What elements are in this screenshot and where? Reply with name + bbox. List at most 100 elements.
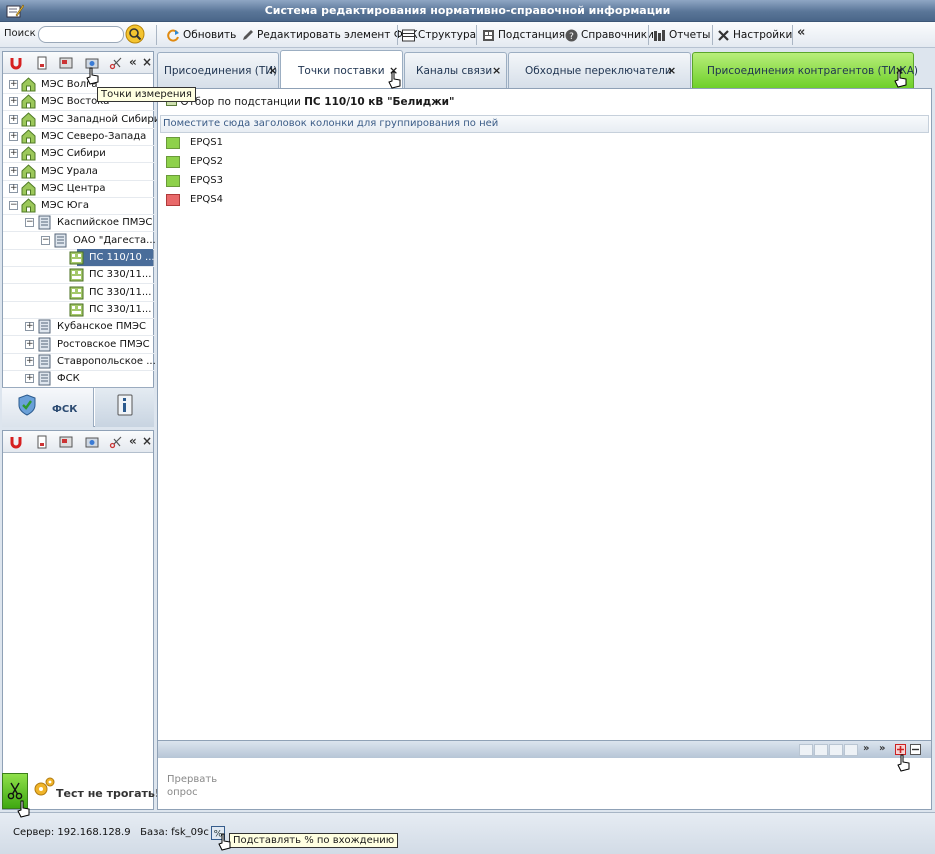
tree-item[interactable]: ПС 110/10 ... xyxy=(69,249,155,266)
tab-fsk[interactable]: ФСК xyxy=(2,388,94,427)
tab-close-button[interactable]: × xyxy=(667,64,676,77)
app-title: Система редактирования нормативно-справо… xyxy=(264,4,671,17)
expand-toggle[interactable]: + xyxy=(9,183,18,193)
tree-item[interactable]: + МЭС Северо-Запада xyxy=(3,128,153,145)
tree-toolbar: « × xyxy=(3,52,153,74)
refresh-button[interactable]: Обновить xyxy=(167,26,236,44)
status-indicator xyxy=(166,194,180,206)
tree-item-label: ОАО "Дагеста... xyxy=(73,234,156,246)
expand-toggle[interactable]: − xyxy=(41,235,50,245)
counter-icon[interactable] xyxy=(59,435,73,449)
substation-button[interactable]: Подстанция xyxy=(482,26,565,44)
tab-close-button[interactable]: × xyxy=(492,64,501,77)
expand-toggle[interactable]: − xyxy=(9,201,18,211)
tree-item[interactable]: − Каспийское ПМЭС xyxy=(3,214,153,231)
app-logo-icon xyxy=(6,4,24,18)
tree-item[interactable]: − МЭС Юга xyxy=(3,197,153,214)
scissors-icon[interactable] xyxy=(109,435,123,449)
next-page-button[interactable]: » xyxy=(863,743,869,754)
structure-button[interactable]: Структура xyxy=(402,26,476,44)
settings-label: Настройки xyxy=(733,29,793,41)
tab-supply-points[interactable]: Точки поставки × xyxy=(280,50,403,88)
page-box[interactable] xyxy=(829,744,843,756)
magnet-icon[interactable] xyxy=(9,56,23,70)
hand-cursor-icon xyxy=(218,833,231,851)
abort-poll-button[interactable]: Прервать опрос xyxy=(167,773,227,799)
search-input[interactable] xyxy=(38,26,124,43)
edit-fsk-button[interactable]: Редактировать элемент ФСК xyxy=(241,26,418,44)
tree-item[interactable]: − ОАО "Дагеста... xyxy=(3,232,156,249)
expand-toggle[interactable]: + xyxy=(9,80,18,89)
tab-bypass-switches[interactable]: Обходные переключатели × xyxy=(508,52,691,88)
tree-item[interactable]: + МЭС Центра xyxy=(3,180,153,197)
tree-item-label: Ростовское ПМЭС xyxy=(57,338,150,350)
tooltip-percent-match: Подставлять % по вхождению xyxy=(229,833,399,848)
tree-collapse-button[interactable]: « xyxy=(129,55,137,69)
tab-contractor-connections[interactable]: Присоединения контрагентов (ТИ КА) × xyxy=(692,52,918,88)
references-label: Справочники xyxy=(581,29,654,41)
references-button[interactable]: ? Справочники xyxy=(565,26,654,44)
toolbar-collapse-button[interactable]: « xyxy=(797,25,805,40)
tree-item-label: МЭС Западной Сибири xyxy=(41,113,161,125)
bottom-panel-collapse-button[interactable]: « xyxy=(129,434,137,448)
status-indicator xyxy=(166,156,180,168)
expand-toggle[interactable]: + xyxy=(25,374,34,384)
reports-button[interactable]: Отчеты xyxy=(653,26,710,44)
tree-item[interactable]: ПС 330/11... xyxy=(3,266,153,283)
expand-toggle[interactable]: + xyxy=(25,339,34,349)
page-box[interactable] xyxy=(814,744,828,756)
refresh-icon xyxy=(167,29,179,41)
expand-toggle[interactable]: + xyxy=(25,322,34,332)
tree-item-label: ПС 330/11... xyxy=(89,303,152,315)
row-name: EPQS2 xyxy=(190,156,223,167)
bottom-panel-close-button[interactable]: × xyxy=(142,434,152,448)
expand-toggle[interactable]: + xyxy=(9,97,18,107)
tab-close-button[interactable]: × xyxy=(268,64,277,77)
page-box[interactable] xyxy=(844,744,858,756)
expand-toggle[interactable]: + xyxy=(9,149,18,159)
tree-item[interactable]: + Кубанское ПМЭС xyxy=(3,318,153,335)
expand-toggle[interactable]: + xyxy=(9,114,18,124)
filter-prefix: Отбор по подстанции xyxy=(180,96,305,108)
tree-item[interactable]: + ФСК xyxy=(3,370,153,387)
document-icon[interactable] xyxy=(35,435,49,449)
tree-item-label: Кубанское ПМЭС xyxy=(57,321,146,333)
left-bottom-panel: « × xyxy=(2,430,154,810)
document-icon[interactable] xyxy=(35,56,49,70)
row-name: EPQS3 xyxy=(190,175,223,186)
tab-communication-channels[interactable]: Каналы связи × xyxy=(404,52,507,88)
structure-label: Структура xyxy=(418,29,477,41)
toolbar-separator xyxy=(648,25,649,45)
tree-item[interactable]: + Ставропольское ... xyxy=(3,353,156,370)
tree-item[interactable]: + МЭС Западной Сибири xyxy=(3,111,160,128)
expand-toggle[interactable]: + xyxy=(25,356,34,366)
status-indicator xyxy=(166,137,180,149)
tree-item[interactable]: + МЭС Сибири xyxy=(3,145,153,162)
expand-toggle[interactable]: + xyxy=(9,131,18,141)
expand-toggle[interactable]: + xyxy=(9,166,18,176)
toolbar-separator xyxy=(712,25,713,45)
group-by-area[interactable]: Поместите сюда заголовок колонки для гру… xyxy=(160,115,929,133)
tree-item-label: Каспийское ПМЭС xyxy=(57,217,153,229)
search-icon[interactable] xyxy=(125,24,145,44)
scissors-icon[interactable] xyxy=(109,56,123,70)
tree-item[interactable]: ПС 330/11... xyxy=(3,284,153,301)
settings-button[interactable]: Настройки xyxy=(717,26,792,44)
expand-toggle[interactable]: − xyxy=(25,218,34,228)
magnet-icon[interactable] xyxy=(9,435,23,449)
page-box[interactable] xyxy=(799,744,813,756)
db-label: База: fsk_09c xyxy=(140,827,209,838)
measurement-points-icon[interactable] xyxy=(85,435,99,449)
last-page-button[interactable]: » xyxy=(879,743,885,754)
tab-info[interactable] xyxy=(95,388,154,427)
tree-item[interactable]: + Ростовское ПМЭС xyxy=(3,336,153,353)
hand-cursor-icon xyxy=(897,754,910,772)
tree-close-button[interactable]: × xyxy=(142,55,152,69)
counter-icon[interactable] xyxy=(59,56,73,70)
tree-item[interactable]: + МЭС Урала xyxy=(3,163,153,180)
tab-connections-ti[interactable]: Присоединения (ТИ) × xyxy=(157,52,279,88)
tree-item[interactable]: ПС 330/11... xyxy=(3,301,153,318)
remove-record-icon[interactable] xyxy=(910,744,921,755)
test-label[interactable]: Тест не трогать! xyxy=(56,787,160,800)
tree-item-label: МЭС Центра xyxy=(41,182,106,194)
